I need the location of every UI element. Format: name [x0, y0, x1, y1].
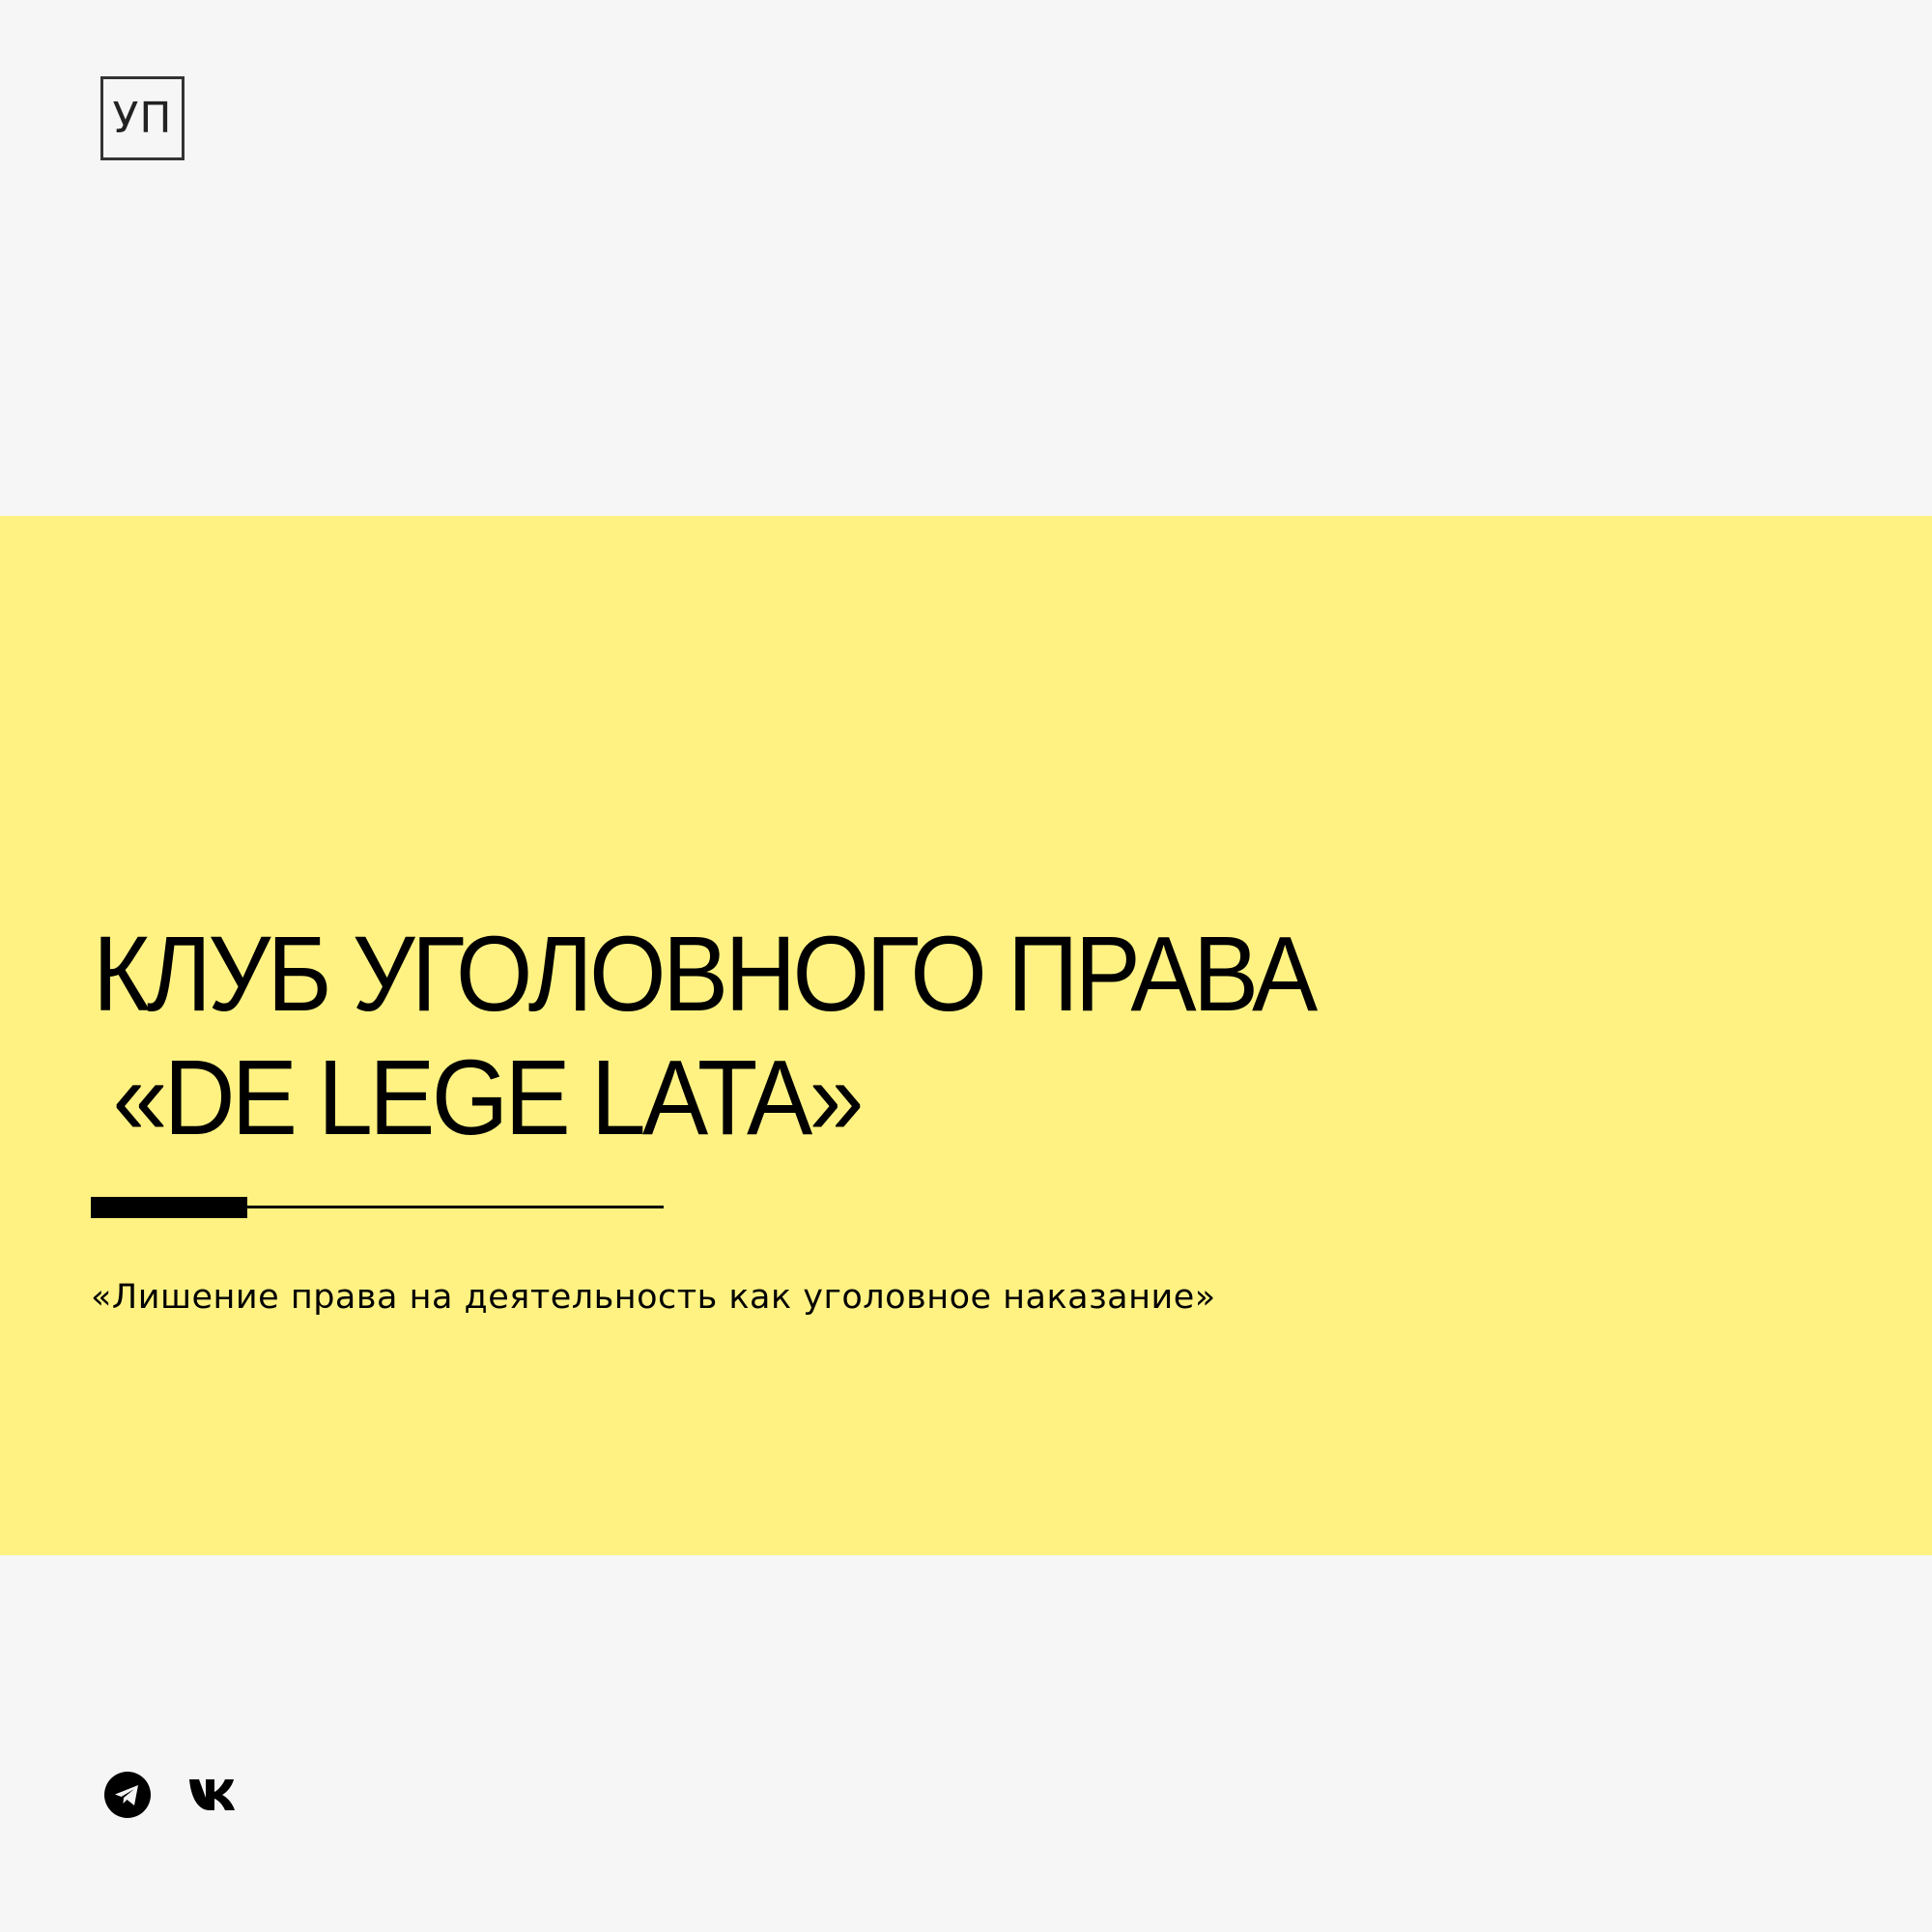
logo-text: УП: [112, 94, 173, 143]
subtitle: «Лишение права на деятельность как уголо…: [91, 1278, 1216, 1317]
page-title: КЛУБ УГОЛОВНОГО ПРАВА «DE LEGE LATA»: [93, 913, 1710, 1160]
title-line-2: «DE LEGE LATA»: [112, 1038, 864, 1157]
page: УП КЛУБ УГОЛОВНОГО ПРАВА «DE LEGE LATA» …: [0, 0, 1932, 1932]
divider-thick-segment: [91, 1197, 247, 1218]
social-links: [104, 1772, 243, 1822]
vk-icon[interactable]: [189, 1778, 243, 1815]
title-line-1: КЛУБ УГОЛОВНОГО ПРАВА: [93, 915, 1318, 1034]
logo: УП: [100, 76, 185, 160]
divider: [91, 1197, 664, 1218]
telegram-icon[interactable]: [104, 1772, 151, 1822]
divider-thin-segment: [247, 1206, 664, 1208]
